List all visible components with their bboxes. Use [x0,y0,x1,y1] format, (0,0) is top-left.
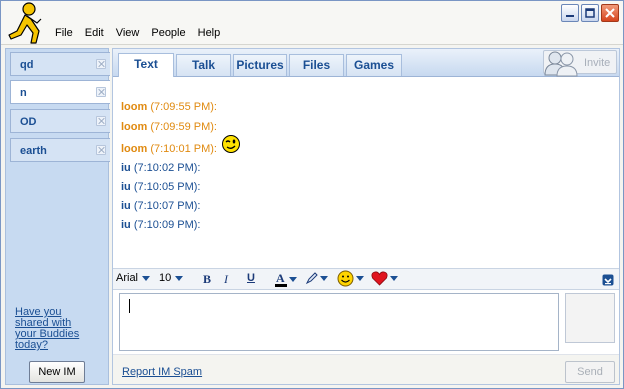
menu-edit[interactable]: Edit [83,27,114,39]
message-line: loom (7:10:01 PM): [121,135,240,155]
chevron-down-icon [175,275,184,281]
tab-talk[interactable]: Talk [176,54,231,76]
window-controls [561,4,619,22]
buddy-icon-slot[interactable] [565,293,615,343]
minimize-icon [566,15,574,17]
conversation-tab-label: n [20,87,27,99]
highlight-color-dropdown[interactable] [305,271,328,285]
message-timestamp: (7:10:07 PM): [133,200,201,212]
tab-games[interactable]: Games [346,54,402,76]
text-color-dropdown[interactable]: A [274,271,297,287]
menu-bar: File Edit View People Help [53,27,230,39]
tab-files[interactable]: Files [289,54,344,76]
message-input[interactable] [119,293,559,351]
text-caret [129,299,130,313]
sender-name: loom [121,143,148,155]
close-tab-icon[interactable] [96,145,106,155]
sender-name: iu [121,181,131,193]
text-color-icon: A [275,271,287,287]
conversation-tab-qd[interactable]: qd [10,52,110,76]
message-line: iu (7:10:07 PM): [121,200,200,212]
message-line: iu (7:10:09 PM): [121,219,200,231]
sender-name: loom [121,121,148,133]
aim-running-man-logo [8,2,42,44]
menu-people[interactable]: People [149,27,195,39]
tab-pictures[interactable]: Pictures [233,54,287,76]
font-size-value: 10 [159,272,172,284]
report-spam-link[interactable]: Report IM Spam [122,366,202,378]
menu-file[interactable]: File [53,27,83,39]
message-timestamp: (7:10:09 PM): [133,219,201,231]
smiley-icon [337,270,354,287]
message-timestamp: (7:10:01 PM): [150,143,217,155]
conversation-tabs-pane: qd n OD earth Have you shared with your … [5,48,110,385]
highlighter-icon [305,272,318,285]
new-im-button[interactable]: New IM [29,361,85,383]
menu-view[interactable]: View [114,27,150,39]
close-button[interactable] [601,4,619,22]
message-line: loom (7:09:55 PM): [121,101,217,113]
heart-icon [371,271,388,286]
message-line: iu (7:10:05 PM): [121,181,200,193]
expand-input-icon[interactable] [602,274,614,286]
close-icon [605,8,615,18]
send-button[interactable]: Send [565,361,615,383]
message-timestamp: (7:10:02 PM): [133,162,201,174]
maximize-button[interactable] [581,4,599,22]
font-family-value: Arial [116,272,139,284]
sender-name: iu [121,200,131,212]
share-with-buddies-link[interactable]: Have you shared with your Buddies today? [15,307,95,351]
italic-button[interactable]: I [224,272,228,287]
sender-name: loom [121,101,148,113]
footer-bar: Report IM Spam Send [113,354,619,384]
font-family-dropdown[interactable]: Arial [116,272,151,284]
people-icon [544,51,578,77]
conversation-tab-label: OD [20,116,37,128]
sender-name: iu [121,219,131,231]
smiley-dropdown[interactable] [337,270,364,287]
aim-im-window: File Edit View People Help qd n OD earth… [0,0,624,389]
invite-button[interactable]: Invite [543,50,617,77]
bold-button[interactable]: B [203,272,211,287]
maximize-icon [585,8,595,18]
message-line: iu (7:10:02 PM): [121,162,200,174]
font-size-dropdown[interactable]: 10 [159,272,184,284]
conversation-tab-label: qd [20,59,34,71]
chevron-down-icon [390,276,398,281]
close-tab-icon[interactable] [96,116,106,126]
message-timestamp: (7:10:05 PM): [133,181,201,193]
formatting-toolbar: Arial 10 B I U A [113,268,619,290]
chevron-down-icon [320,275,328,281]
message-line: loom (7:09:59 PM): [121,121,217,133]
close-tab-icon[interactable] [96,59,106,69]
tab-text[interactable]: Text [118,53,174,77]
invite-label: Invite [584,57,611,69]
conversation-pane: Text Talk Pictures Files Games Invite lo… [112,48,620,385]
conversation-tab-label: earth [20,145,47,157]
wink-heart-dropdown[interactable] [371,271,398,286]
conversation-tab-n[interactable]: n [10,80,110,104]
message-timestamp: (7:09:55 PM): [150,101,217,113]
chevron-down-icon [289,276,297,282]
svg-text:A: A [276,271,285,285]
wink-smiley-icon [222,135,240,153]
conversation-tab-earth[interactable]: earth [10,138,110,162]
close-tab-icon[interactable] [96,87,106,97]
underline-button[interactable]: U [247,272,255,284]
chevron-down-icon [356,276,364,281]
minimize-button[interactable] [561,4,579,22]
feature-tabs-bar: Text Talk Pictures Files Games Invite [113,49,619,77]
chevron-down-icon [142,275,151,281]
sender-name: iu [121,162,131,174]
title-menu-bar: File Edit View People Help [1,1,623,45]
menu-help[interactable]: Help [196,27,231,39]
message-timestamp: (7:09:59 PM): [150,121,217,133]
conversation-tab-od[interactable]: OD [10,109,110,133]
